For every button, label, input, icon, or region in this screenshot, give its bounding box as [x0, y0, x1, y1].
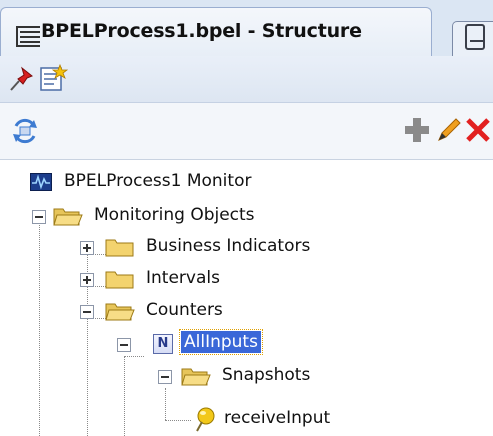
tree-node-snapshots[interactable]: Snapshots	[0, 360, 493, 393]
tree-node-receiveinput[interactable]: receiveInput	[0, 403, 493, 436]
structure-pane: BPELProcess1.bpel - Structure BPELProces…	[0, 0, 493, 436]
counter-n-icon: N	[153, 334, 173, 354]
collapse-toggle[interactable]	[32, 210, 46, 224]
tree-label-allinputs: AllInputs	[179, 329, 263, 355]
tree-node-root[interactable]: BPELProcess1 Monitor	[0, 166, 493, 199]
folder-open-icon	[53, 208, 83, 226]
refresh-icon[interactable]	[10, 116, 40, 146]
tab-strip: BPELProcess1.bpel - Structure	[0, 0, 493, 56]
properties-icon[interactable]	[38, 63, 68, 93]
collapse-toggle[interactable]	[158, 370, 172, 384]
expand-toggle[interactable]	[80, 241, 94, 255]
tab-title: BPELProcess1.bpel - Structure	[41, 20, 362, 42]
tree-label-receiveinput: receiveInput	[224, 408, 331, 428]
tree-node-counters[interactable]: Counters	[0, 295, 493, 328]
expand-toggle[interactable]	[80, 273, 94, 287]
tree-label-intervals: Intervals	[146, 268, 220, 288]
toolbar-top	[0, 56, 493, 103]
tree-label-counters: Counters	[146, 300, 223, 320]
structure-icon	[16, 26, 40, 47]
folder-icon	[105, 239, 134, 257]
tab-structure[interactable]: BPELProcess1.bpel - Structure	[0, 7, 432, 56]
tree-node-monitoring-objects[interactable]: Monitoring Objects	[0, 200, 493, 233]
pin-icon[interactable]	[8, 64, 38, 94]
folder-icon	[105, 271, 134, 289]
folder-open-icon	[181, 368, 211, 386]
add-icon[interactable]	[402, 115, 432, 145]
tree-node-allinputs[interactable]: N AllInputs	[0, 328, 493, 361]
tree-label-root: BPELProcess1 Monitor	[64, 171, 252, 191]
tree-label-monitoring-objects: Monitoring Objects	[94, 205, 255, 225]
tree-node-business-indicators[interactable]: Business Indicators	[0, 231, 493, 264]
delete-icon[interactable]	[463, 115, 493, 145]
collapse-toggle[interactable]	[117, 338, 131, 352]
tree-label-business-indicators: Business Indicators	[146, 236, 311, 256]
tree-node-intervals[interactable]: Intervals	[0, 263, 493, 296]
tree-label-snapshots: Snapshots	[222, 365, 311, 385]
collapse-toggle[interactable]	[80, 305, 94, 319]
structure-tree: BPELProcess1 Monitor Monitoring Objects …	[0, 160, 493, 436]
toolbar-actions	[0, 103, 493, 160]
folder-open-icon	[105, 303, 135, 321]
minimize-icon[interactable]	[465, 24, 485, 50]
monitor-icon	[30, 173, 52, 191]
edit-icon[interactable]	[434, 115, 464, 145]
activity-pin-icon	[196, 407, 215, 432]
